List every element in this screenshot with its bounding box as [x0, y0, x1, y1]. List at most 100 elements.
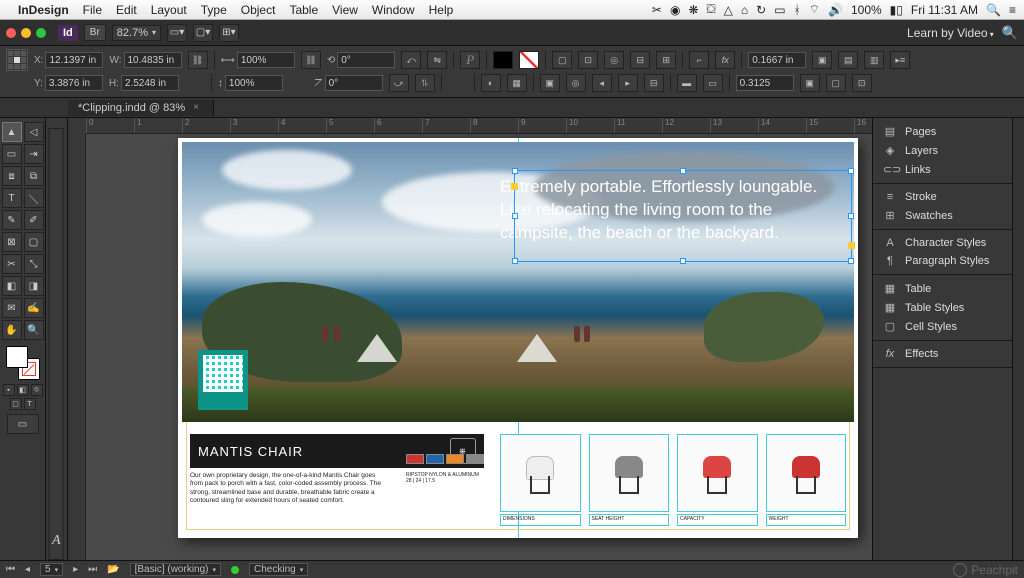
w-field[interactable]: W:10.4835 in	[109, 52, 181, 68]
fit-content-button[interactable]: ▣	[800, 74, 820, 92]
chip-red[interactable]	[406, 454, 424, 464]
select-prev-button[interactable]: ◂	[592, 74, 612, 92]
chip-grey[interactable]	[466, 454, 484, 464]
p-icon[interactable]: P	[460, 51, 480, 69]
direct-selection-tool[interactable]: ◁	[24, 122, 44, 142]
opacity-button[interactable]: ◐	[481, 74, 501, 92]
apply-color-button[interactable]: ▪	[3, 384, 15, 396]
panel-cell-styles[interactable]: ▢Cell Styles	[873, 317, 1012, 336]
apply-none-button[interactable]: ⦸	[31, 384, 43, 396]
menu-edit[interactable]: Edit	[116, 3, 137, 17]
y-field[interactable]: Y:3.3876 in	[34, 75, 103, 91]
hand-tool[interactable]: ✋	[2, 320, 22, 340]
canvas[interactable]: 012345678910111213141516171819 Extremely…	[68, 118, 872, 560]
type-tool[interactable]: T	[2, 188, 22, 208]
x-field[interactable]: X:12.1397 in	[34, 52, 103, 68]
menu-window[interactable]: Window	[372, 3, 415, 17]
scale-y-field[interactable]: ↕100%	[218, 75, 283, 91]
horizontal-ruler[interactable]: 012345678910111213141516171819	[86, 118, 872, 134]
flip-v-button[interactable]: ⥮	[415, 74, 435, 92]
panel-links[interactable]: ⊂⊃Links	[873, 160, 1012, 179]
gdrive-icon[interactable]: △	[724, 3, 733, 17]
bridge-badge[interactable]: Br	[84, 24, 106, 41]
chair-card-3[interactable]: CAPACITY	[677, 434, 758, 526]
wifi-icon[interactable]: ⌔	[809, 2, 820, 17]
menu-view[interactable]: View	[332, 3, 358, 17]
page-nav-first-button[interactable]: ⏮	[6, 564, 15, 575]
rectangle-tool[interactable]: ▢	[24, 232, 44, 252]
panel-para-styles[interactable]: ¶Paragraph Styles	[873, 252, 1012, 270]
rotate-ccw-button[interactable]: ⤺	[401, 51, 421, 69]
selection-frame[interactable]	[514, 170, 852, 262]
constrain-scale-icon[interactable]: ⛓	[301, 51, 321, 69]
page-number-select[interactable]: 5	[40, 563, 63, 576]
search-icon[interactable]: 🔍	[1002, 25, 1018, 41]
text-format-button[interactable]: T	[24, 398, 36, 410]
notification-icon[interactable]: ≡	[1009, 3, 1016, 17]
panel-effects[interactable]: fxEffects	[873, 345, 1012, 363]
textwrap-bbox-button[interactable]: ⊡	[578, 51, 598, 69]
scissors-tool[interactable]: ✂	[2, 254, 22, 274]
select-content-button[interactable]: ◎	[566, 74, 586, 92]
display-icon[interactable]: ▭	[774, 3, 785, 17]
menu-table[interactable]: Table	[289, 3, 318, 17]
content-collector-tool[interactable]: ⧈	[2, 166, 22, 186]
select-next-button[interactable]: ▸	[618, 74, 638, 92]
dropbox-icon[interactable]: ⛋	[707, 2, 716, 17]
zoom-select[interactable]: 82.7%	[112, 25, 161, 41]
open-icon[interactable]: 📂	[107, 564, 119, 575]
effects-fx-button[interactable]: fx	[715, 51, 735, 69]
pen-tool[interactable]: ✎	[2, 210, 22, 230]
page-nav-last-button[interactable]: ⏭	[88, 564, 97, 575]
menu-type[interactable]: Type	[201, 3, 227, 17]
collapsed-panel-tab[interactable]: A	[46, 118, 68, 560]
flip-h-button[interactable]: ⇋	[427, 51, 447, 69]
panel-char-styles[interactable]: ACharacter Styles	[873, 234, 1012, 252]
menu-flyout-icon[interactable]: ▸≡	[890, 51, 910, 69]
spotlight-icon[interactable]: 🔍	[986, 3, 1001, 17]
rectangle-frame-tool[interactable]: ⊠	[2, 232, 22, 252]
frame-fit-3-button[interactable]: ▥	[864, 51, 884, 69]
zoom-tool[interactable]: 🔍	[24, 320, 44, 340]
frame-fit-2-button[interactable]: ▤	[838, 51, 858, 69]
preflight-select[interactable]: Checking	[249, 563, 308, 576]
note-tool[interactable]: ✉	[2, 298, 22, 318]
panel-swatches[interactable]: ⊞Swatches	[873, 206, 1012, 225]
eyedropper-tool[interactable]: ✍	[24, 298, 44, 318]
textwrap-jump-button[interactable]: ⊟	[630, 51, 650, 69]
chip-blue[interactable]	[426, 454, 444, 464]
page-tool[interactable]: ▭	[2, 144, 22, 164]
volume-icon[interactable]: 🔊	[828, 3, 843, 17]
gap-tool[interactable]: ⇥	[24, 144, 44, 164]
h-field[interactable]: H:2.5248 in	[109, 75, 179, 91]
chip-orange[interactable]	[446, 454, 464, 464]
stroke-swatch[interactable]	[519, 51, 539, 69]
stroke-field2[interactable]: 0.3125	[736, 75, 794, 91]
corner-options-button[interactable]: ⌐	[689, 51, 709, 69]
maximize-window-button[interactable]	[36, 28, 46, 38]
panel-pages[interactable]: ▤Pages	[873, 122, 1012, 141]
scale-x-field[interactable]: ⟷100%	[221, 52, 295, 68]
content-placer-tool[interactable]: ⧉	[24, 166, 44, 186]
rotate-field[interactable]: ⟲0°	[327, 52, 395, 68]
menu-object[interactable]: Object	[241, 3, 276, 17]
view-options-button[interactable]: ▭▾	[167, 24, 187, 42]
menu-file[interactable]: File	[83, 3, 102, 17]
apply-gradient-button[interactable]: ◧	[17, 384, 29, 396]
close-doc-icon[interactable]: ×	[193, 102, 199, 113]
fill-stroke-swatch[interactable]	[6, 346, 40, 380]
fill-swatch[interactable]	[493, 51, 513, 69]
gradient-feather-tool[interactable]: ◨	[24, 276, 44, 296]
gradient-swatch-tool[interactable]: ◧	[2, 276, 22, 296]
selection-tool[interactable]: ▲	[2, 122, 22, 142]
page-nav-prev-button[interactable]: ◂	[25, 564, 30, 575]
evernote-icon[interactable]: ❋	[688, 3, 698, 17]
align-button[interactable]: ⊟	[644, 74, 664, 92]
menu-app[interactable]: InDesign	[18, 3, 69, 17]
page-spread[interactable]: Extremely portable. Effortlessly loungab…	[178, 138, 858, 538]
stroke-weight-field[interactable]: 0.1667 in	[748, 52, 806, 68]
sync-icon[interactable]: ↻	[756, 3, 766, 17]
textwrap-shape-button[interactable]: ◎	[604, 51, 624, 69]
opacity-100-button[interactable]: ▭	[703, 74, 723, 92]
arrange-docs-button[interactable]: ⊞▾	[219, 24, 239, 42]
